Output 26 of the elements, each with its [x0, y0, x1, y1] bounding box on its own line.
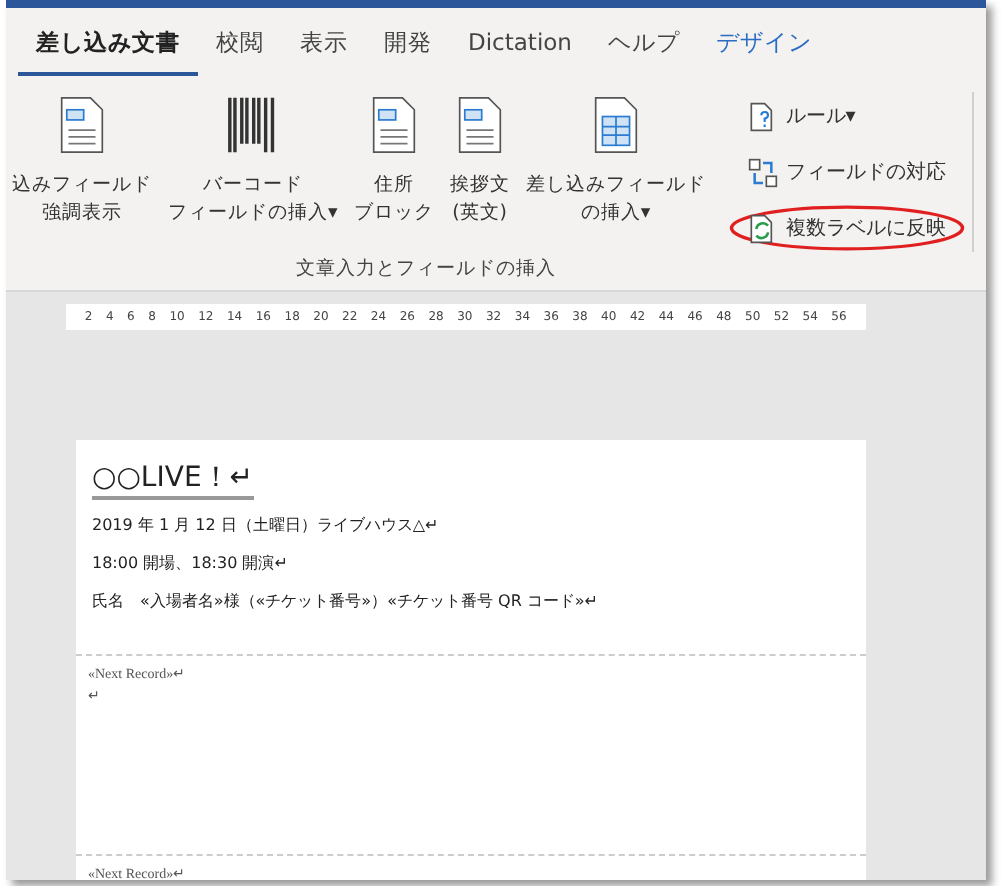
document-line: 2019 年 1 月 12 日（土曜日）ライブハウス△↵	[92, 514, 441, 536]
ribbon-button[interactable]: ルール▾	[743, 96, 860, 136]
document-line: 氏名 «入場者名»様（«チケット番号»）«チケット番号 QR コード»↵	[92, 590, 601, 612]
document-icon	[60, 96, 104, 154]
group-label: 文章入力とフィールドの挿入	[294, 256, 558, 282]
document-icon	[371, 96, 416, 154]
ribbon-button[interactable]: 差し込みフィールド の挿入▾	[519, 92, 712, 248]
ribbon-button[interactable]: 込みフィールド 強調表示	[6, 92, 158, 248]
ribbon-tab[interactable]: 開発	[366, 20, 450, 76]
ribbon-button[interactable]: 住所 ブロック	[347, 92, 440, 248]
ribbon-button[interactable]: バーコード フィールドの挿入▾	[162, 92, 344, 248]
ribbon-tab[interactable]: 表示	[282, 20, 366, 76]
ribbon-tab[interactable]: デザイン	[697, 20, 830, 76]
table-document-icon	[593, 96, 638, 154]
match-fields-icon	[747, 157, 778, 187]
ribbon-tab[interactable]: 校閲	[198, 20, 282, 76]
rules-icon	[747, 101, 778, 131]
document-title: ○○LIVE！↵	[92, 460, 254, 500]
refresh-icon	[747, 213, 778, 243]
ribbon-button[interactable]: 挨拶文 (英文)	[443, 92, 516, 248]
ribbon-tab[interactable]: ヘルプ	[589, 20, 698, 76]
document-line: 18:00 開場、18:30 開演↵	[92, 552, 290, 574]
barcode-icon	[226, 96, 279, 154]
document-icon	[457, 96, 502, 154]
ribbon-tab[interactable]: Dictation	[450, 20, 590, 76]
ribbon-button[interactable]: フィールドの対応	[743, 152, 950, 192]
